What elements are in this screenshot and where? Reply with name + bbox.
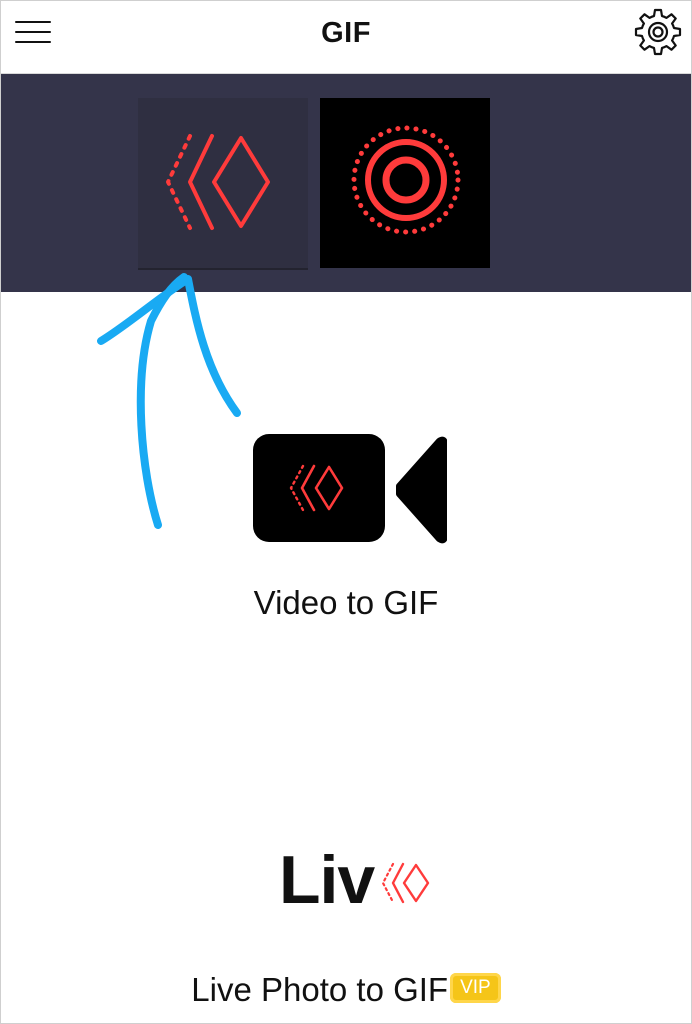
page-title: GIF (321, 17, 371, 49)
video-camera-icon (253, 434, 447, 544)
double-chevron-diamond-icon (381, 862, 430, 904)
live-photo-to-gif-label: Live Photo to GIF (191, 971, 449, 1008)
mode-selector (1, 74, 691, 292)
liv-logo: Liv (279, 844, 439, 916)
liv-logo-text: Liv (279, 842, 375, 918)
live-photo-to-gif-row: Live Photo to GIF VIP (1, 971, 691, 1009)
video-to-gif-option[interactable]: Video to GIF (1, 426, 691, 631)
top-bar: GIF (1, 1, 691, 74)
tab-live-photo-mode[interactable] (320, 98, 490, 268)
vip-badge: VIP (450, 973, 501, 1004)
tab-video-mode[interactable] (138, 98, 308, 270)
app-screen: GIF Video to GIF Liv Live Photo to GIF V… (0, 0, 692, 1024)
live-photo-to-gif-option[interactable]: Liv Live Photo to GIF VIP (1, 836, 691, 1016)
video-to-gif-label: Video to GIF (253, 584, 439, 621)
concentric-target-icon (351, 125, 461, 235)
gear-icon[interactable] (633, 7, 683, 57)
double-chevron-diamond-icon (166, 134, 270, 230)
